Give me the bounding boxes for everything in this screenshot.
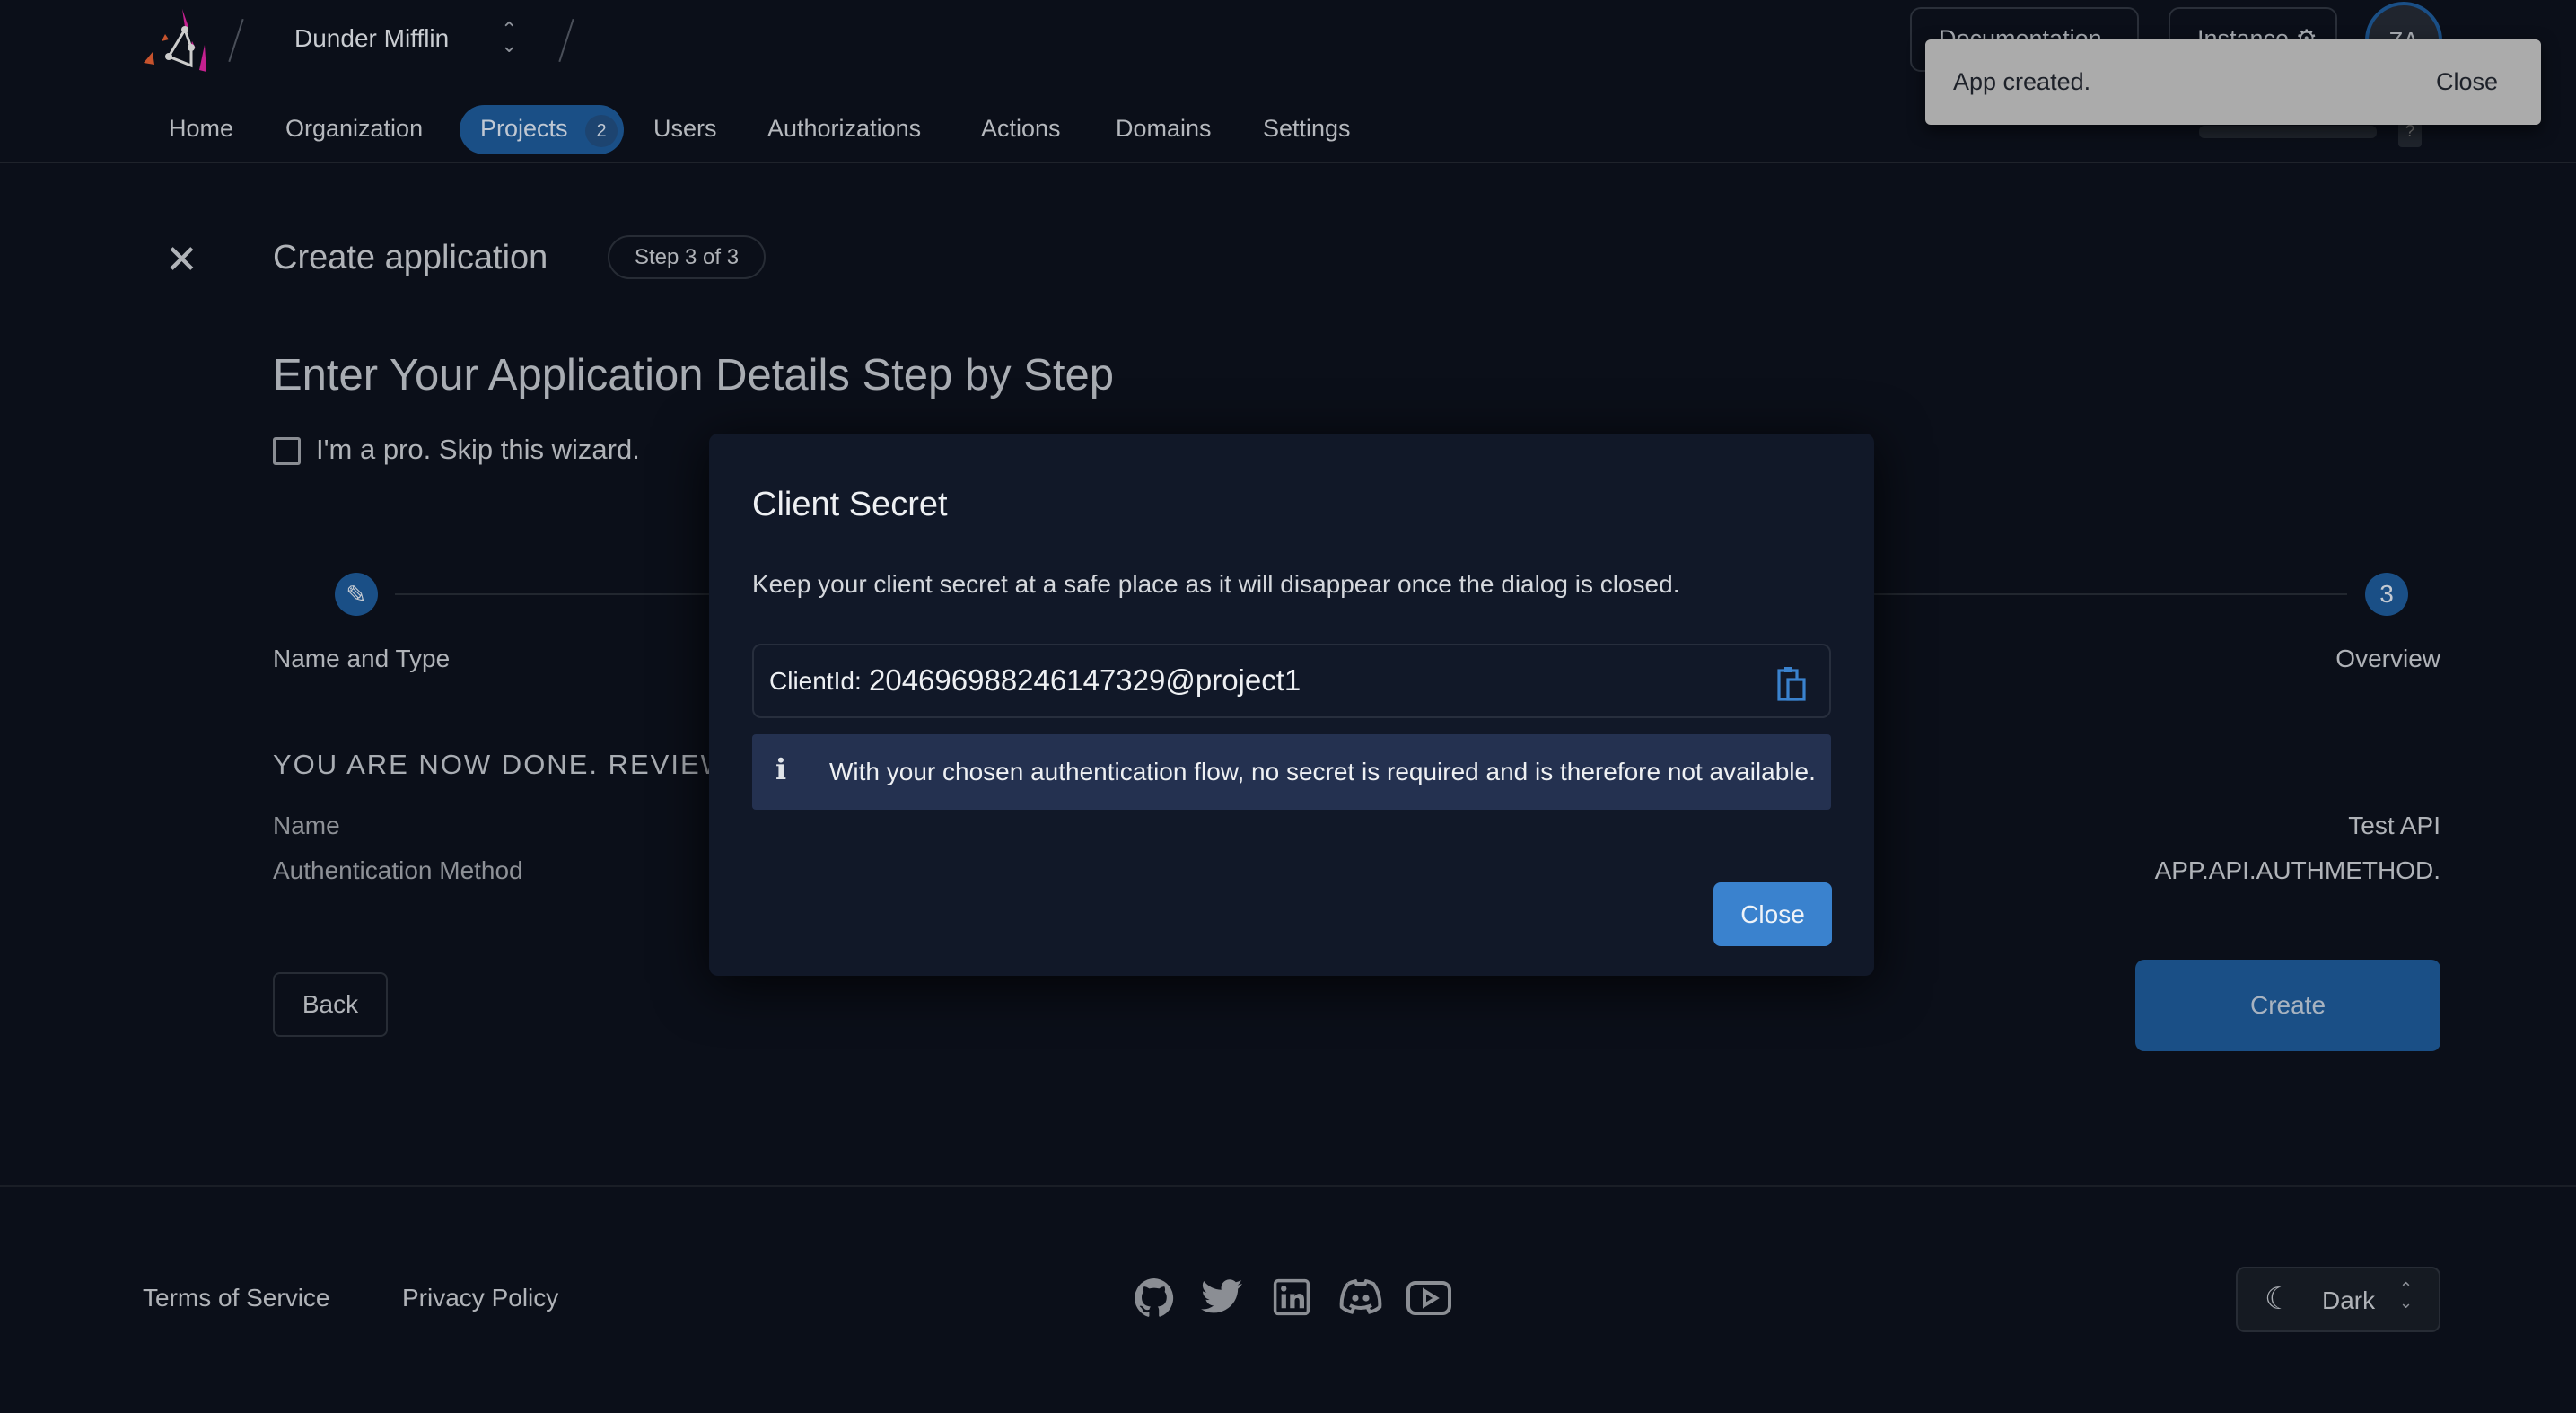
nav-projects[interactable]: Projects <box>480 115 568 143</box>
privacy-link[interactable]: Privacy Policy <box>402 1284 558 1312</box>
theme-label: Dark <box>2322 1286 2376 1314</box>
help-icon[interactable]: ? <box>2398 122 2422 147</box>
toast-close-button[interactable]: Close <box>2436 68 2498 96</box>
review-name-value: Test API <box>2348 812 2440 839</box>
nav-organization[interactable]: Organization <box>285 115 423 143</box>
client-id-value: 204696988246147329@project1 <box>869 663 1301 697</box>
chevron-updown-icon: ⌃ ⌄ <box>2399 1279 2414 1312</box>
toast-message: App created. <box>1953 68 2091 95</box>
nav-users[interactable]: Users <box>653 115 717 143</box>
org-name[interactable]: Dunder Mifflin <box>294 24 449 53</box>
youtube-icon[interactable] <box>1406 1280 1452 1316</box>
breadcrumb-divider <box>558 18 574 63</box>
create-button[interactable]: Create <box>2135 960 2440 1051</box>
client-secret-dialog: Client Secret Keep your client secret at… <box>709 434 1874 976</box>
nav-domains[interactable]: Domains <box>1116 115 1212 143</box>
twitter-icon[interactable] <box>1201 1278 1244 1318</box>
project-pill <box>2199 126 2377 138</box>
close-wizard-icon[interactable]: ✕ <box>165 241 198 280</box>
back-button[interactable]: Back <box>273 972 388 1037</box>
step-1-pencil-icon[interactable]: ✎ <box>335 573 378 616</box>
review-auth-value: APP.API.AUTHMETHOD. <box>2154 856 2440 884</box>
nav-home[interactable]: Home <box>169 115 233 143</box>
nav-authorizations[interactable]: Authorizations <box>767 115 921 143</box>
org-switch-chevron-icon[interactable]: ⌃ ⌄ <box>501 20 517 56</box>
step-3-label: Overview <box>2335 645 2440 672</box>
skip-wizard-label[interactable]: I'm a pro. Skip this wizard. <box>316 434 640 466</box>
info-text: With your chosen authentication flow, no… <box>829 758 1816 785</box>
footer-divider <box>0 1185 2576 1187</box>
discord-icon[interactable] <box>1336 1278 1386 1318</box>
linkedin-icon[interactable] <box>1273 1278 1310 1316</box>
client-id-label: ClientId: <box>769 667 862 695</box>
step-badge: Step 3 of 3 <box>608 235 766 279</box>
nav-actions[interactable]: Actions <box>981 115 1061 143</box>
client-id-field: ClientId: 204696988246147329@project1 <box>752 644 1831 718</box>
review-name-label: Name <box>273 812 340 839</box>
skip-wizard-checkbox[interactable] <box>273 437 301 465</box>
header-divider <box>0 162 2576 163</box>
dialog-description: Keep your client secret at a safe place … <box>752 570 1680 598</box>
step-1-label: Name and Type <box>273 645 451 672</box>
nav-projects-badge: 2 <box>585 115 618 147</box>
page-title: Create application <box>273 239 548 276</box>
toast: App created. Close <box>1925 39 2541 125</box>
info-icon: ℹ <box>775 753 787 785</box>
moon-icon: ☾ <box>2265 1282 2292 1316</box>
copy-clipboard-icon[interactable] <box>1777 665 1808 701</box>
terms-link[interactable]: Terms of Service <box>143 1284 330 1312</box>
wizard-heading: Enter Your Application Details Step by S… <box>273 351 1115 399</box>
nav-settings[interactable]: Settings <box>1263 115 1351 143</box>
review-heading: YOU ARE NOW DONE. REVIEW <box>273 749 729 780</box>
dialog-close-button[interactable]: Close <box>1713 882 1832 946</box>
theme-select[interactable]: ☾ Dark ⌃ ⌄ <box>2236 1267 2440 1332</box>
dialog-title: Client Secret <box>752 486 948 523</box>
review-auth-label: Authentication Method <box>273 856 523 884</box>
breadcrumb-divider <box>228 18 244 63</box>
github-icon[interactable] <box>1133 1277 1176 1320</box>
step-3-circle[interactable]: 3 <box>2365 573 2408 616</box>
zitadel-logo-icon[interactable] <box>142 7 215 75</box>
info-banner: ℹ With your chosen authentication flow, … <box>752 734 1831 810</box>
